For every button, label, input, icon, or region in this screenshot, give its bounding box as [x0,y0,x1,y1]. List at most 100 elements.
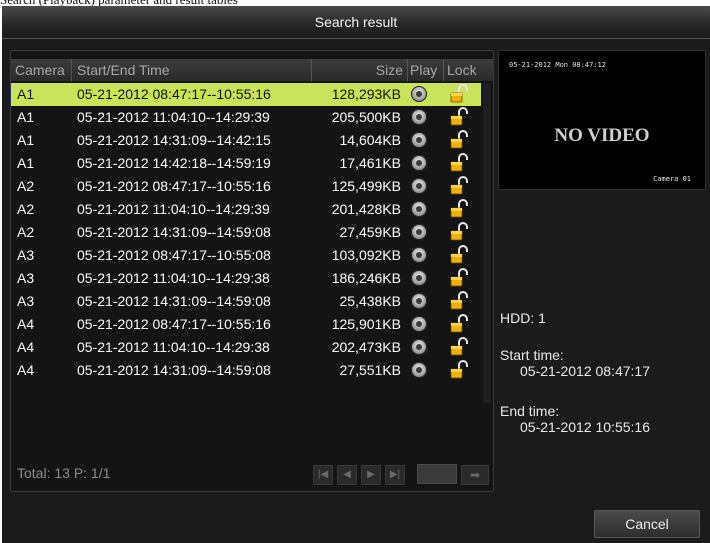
table-row[interactable]: A4 05-21-2012 08:47:17--10:55:16 125,901KB [11,313,481,336]
header-play[interactable]: Play [410,62,437,78]
row-time: 05-21-2012 08:47:17--10:55:16 [77,178,271,194]
play-icon[interactable] [411,86,427,102]
unlock-icon[interactable] [449,360,469,380]
header-divider [443,59,444,81]
row-time: 05-21-2012 14:31:09--14:42:15 [77,132,271,148]
row-size: 27,551KB [339,362,402,378]
prev-page-button[interactable]: ◀ [337,465,357,485]
header-divider [71,59,72,81]
table-row[interactable]: A2 05-21-2012 11:04:10--14:29:39 201,428KB [11,198,481,221]
end-time-info: End time: 05-21-2012 10:55:16 [500,403,650,435]
header-size[interactable]: Size [343,62,403,78]
table-row[interactable]: A1 05-21-2012 14:31:09--14:42:15 14,604KB [11,129,481,152]
pagination: |◀ ◀ ▶ ▶| ➡ [313,463,489,485]
unlock-icon[interactable] [449,337,469,357]
table-row[interactable]: A1 05-21-2012 11:04:10--14:29:39 205,500KB [11,106,481,129]
unlock-icon[interactable] [449,314,469,334]
list-header: Camera Start/End Time Size Play Lock [11,59,493,81]
row-time: 05-21-2012 11:04:10--14:29:39 [77,109,270,125]
row-camera: A4 [17,339,35,355]
row-time: 05-21-2012 14:31:09--14:59:08 [77,293,271,309]
unlock-icon[interactable] [449,130,469,150]
video-preview: 05-21-2012 Mon 08:47:12 NO VIDEO Camera … [498,50,706,190]
table-row[interactable]: A3 05-21-2012 08:47:17--10:55:08 103,092KB [11,244,481,267]
row-time: 05-21-2012 08:47:17--10:55:08 [77,247,271,263]
play-icon[interactable] [411,316,427,332]
unlock-icon[interactable] [449,268,469,288]
table-row[interactable]: A3 05-21-2012 14:31:09--14:59:08 25,438KB [11,290,481,313]
row-camera: A3 [17,293,35,309]
play-icon[interactable] [411,155,427,171]
play-icon[interactable] [411,247,427,263]
unlock-icon[interactable] [449,245,469,265]
go-page-button[interactable]: ➡ [461,465,489,485]
unlock-icon[interactable] [449,153,469,173]
table-row[interactable]: A1 05-21-2012 08:47:17--10:55:16 128,293KB [11,83,481,106]
preview-camera-label: Camera 01 [653,175,691,183]
search-result-dialog: Search result Camera Start/End Time Size… [2,6,710,543]
play-icon[interactable] [411,201,427,217]
row-camera: A2 [17,224,35,240]
cancel-button[interactable]: Cancel [594,510,700,538]
play-icon[interactable] [411,270,427,286]
play-icon[interactable] [411,362,427,378]
unlock-icon[interactable] [449,222,469,242]
row-camera: A2 [17,201,35,217]
row-time: 05-21-2012 14:31:09--14:59:08 [77,362,271,378]
play-icon[interactable] [411,132,427,148]
play-icon[interactable] [411,109,427,125]
header-divider [311,59,312,81]
result-list-panel: Camera Start/End Time Size Play Lock A1 0… [10,50,494,492]
row-size: 25,438KB [339,293,402,309]
last-page-button[interactable]: ▶| [385,465,405,485]
unlock-icon[interactable] [449,291,469,311]
table-row[interactable]: A2 05-21-2012 14:31:09--14:59:08 27,459KB [11,221,481,244]
row-time: 05-21-2012 08:47:17--10:55:16 [77,316,271,332]
row-time: 05-21-2012 08:47:17--10:55:16 [77,86,271,102]
row-size: 103,092KB [331,247,401,263]
next-page-button[interactable]: ▶ [361,465,381,485]
end-time-label: End time: [500,403,560,419]
header-divider [407,59,408,81]
play-icon[interactable] [411,224,427,240]
unlock-icon[interactable] [449,84,469,104]
table-row[interactable]: A4 05-21-2012 11:04:10--14:29:38 202,473KB [11,336,481,359]
header-camera[interactable]: Camera [15,62,69,78]
first-page-button[interactable]: |◀ [313,465,333,485]
row-time: 05-21-2012 11:04:10--14:29:38 [77,270,270,286]
table-row[interactable]: A3 05-21-2012 11:04:10--14:29:38 186,246KB [11,267,481,290]
table-row[interactable]: A2 05-21-2012 08:47:17--10:55:16 125,499KB [11,175,481,198]
end-time-value: 05-21-2012 10:55:16 [520,419,650,435]
start-time-label: Start time: [500,347,564,363]
preview-timestamp: 05-21-2012 Mon 08:47:12 [509,61,606,69]
dialog-title: Search result [2,6,710,39]
row-camera: A1 [17,109,35,125]
unlock-icon[interactable] [449,176,469,196]
row-camera: A1 [17,86,35,102]
page-number-input[interactable] [417,464,457,484]
row-size: 17,461KB [339,155,402,171]
unlock-icon[interactable] [449,199,469,219]
row-size: 128,293KB [331,86,401,102]
preview-no-video: NO VIDEO [554,125,650,146]
row-size: 186,246KB [331,270,401,286]
total-count: Total: 13 P: 1/1 [17,465,111,481]
row-time: 05-21-2012 14:42:18--14:59:19 [77,155,271,171]
row-size: 202,473KB [331,339,401,355]
row-camera: A1 [17,132,35,148]
row-camera: A3 [17,247,35,263]
row-size: 125,499KB [331,178,401,194]
play-icon[interactable] [411,178,427,194]
unlock-icon[interactable] [449,107,469,127]
row-time: 05-21-2012 14:31:09--14:59:08 [77,224,271,240]
row-size: 27,459KB [339,224,402,240]
header-time[interactable]: Start/End Time [77,62,170,78]
table-row[interactable]: A1 05-21-2012 14:42:18--14:59:19 17,461KB [11,152,481,175]
table-row[interactable]: A4 05-21-2012 14:31:09--14:59:08 27,551KB [11,359,481,382]
row-size: 14,604KB [339,132,402,148]
row-camera: A1 [17,155,35,171]
list-scrollbar[interactable] [483,83,491,403]
play-icon[interactable] [411,293,427,309]
play-icon[interactable] [411,339,427,355]
header-lock[interactable]: Lock [447,62,477,78]
